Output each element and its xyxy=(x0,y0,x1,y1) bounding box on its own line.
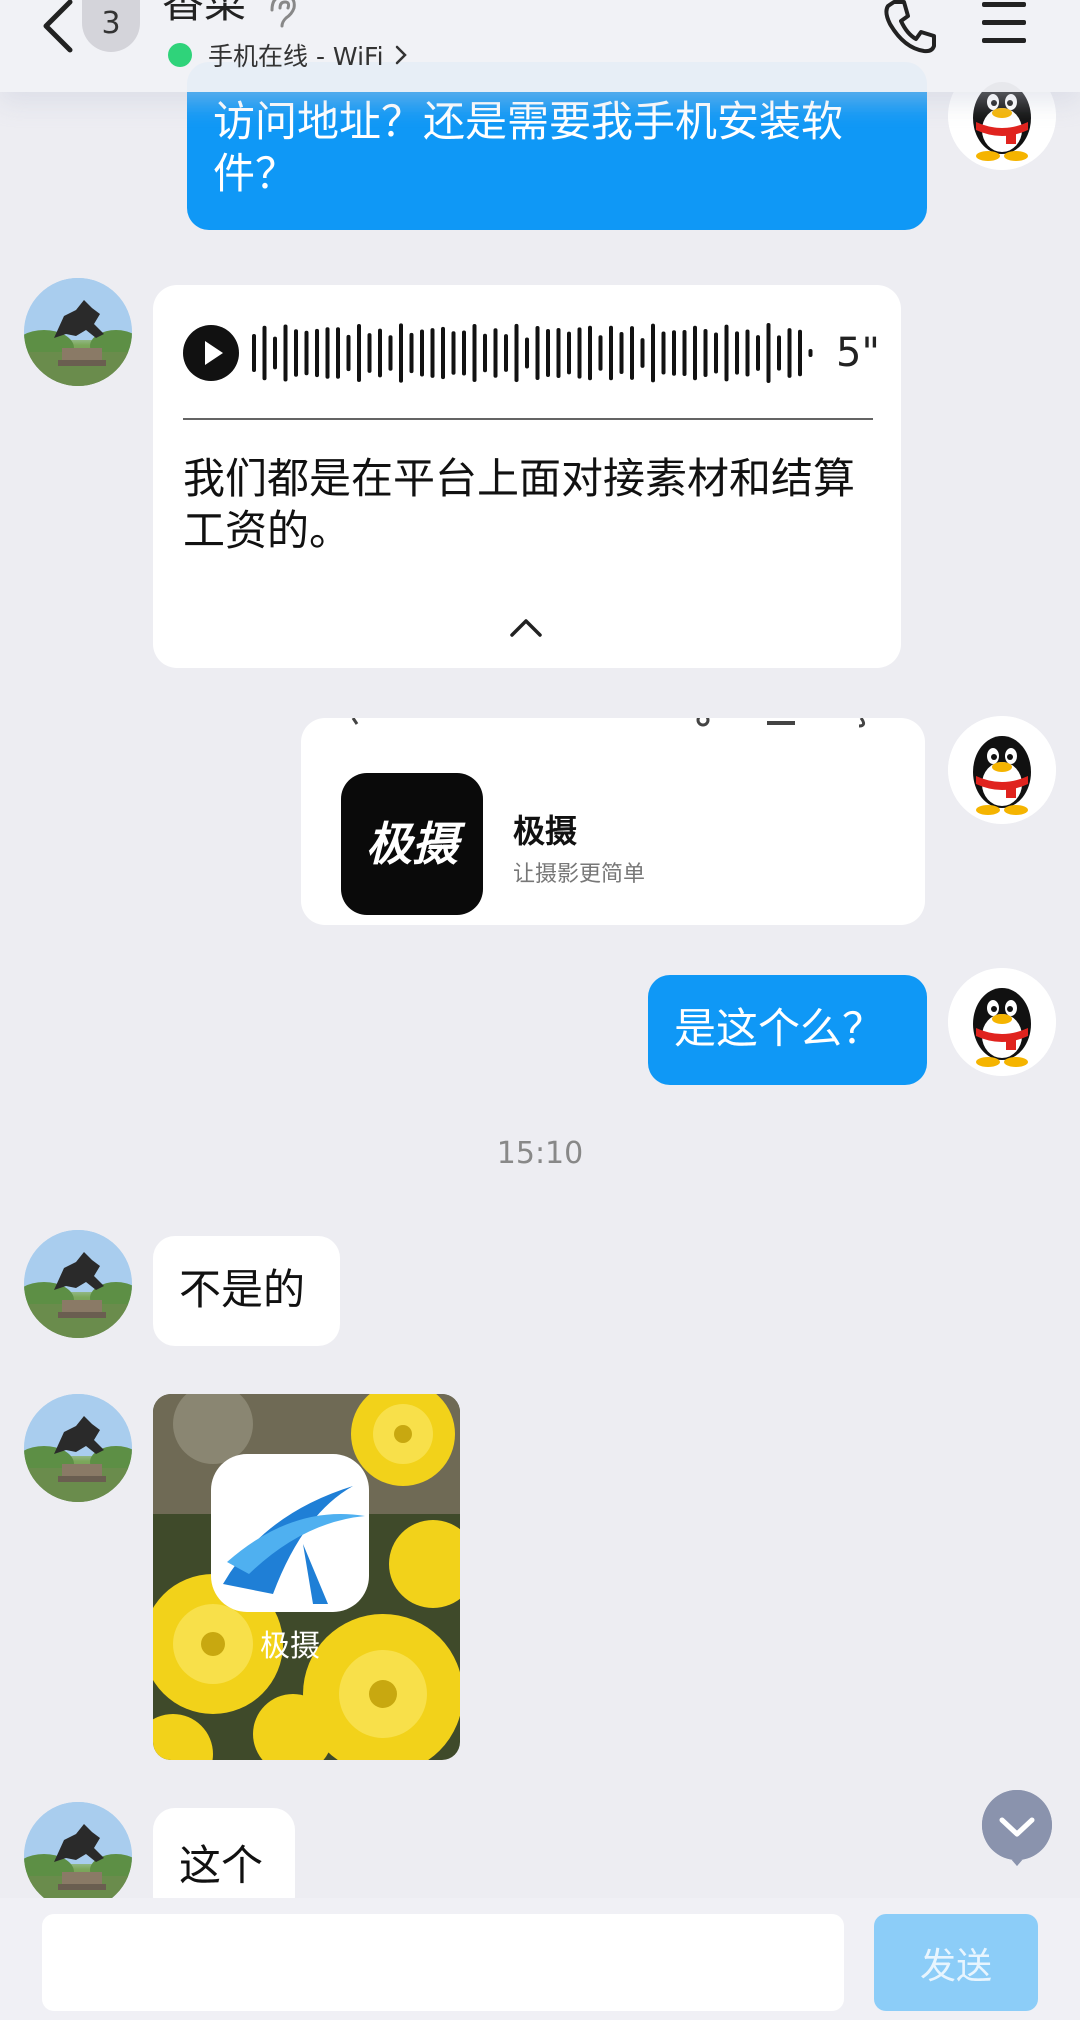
contact-avatar[interactable] xyxy=(24,278,132,386)
statue-photo-icon xyxy=(24,1230,132,1338)
online-dot xyxy=(168,43,192,67)
contact-avatar[interactable] xyxy=(24,1802,132,1898)
flower-app-photo: 极摄 xyxy=(153,1394,460,1760)
contact-message-bubble[interactable]: 这个 xyxy=(153,1808,295,1898)
menu-icon[interactable] xyxy=(980,0,1030,50)
voice-duration: 5" xyxy=(836,330,880,376)
message-text: 访问地址？还是需要我手机安装软件？ xyxy=(213,97,844,198)
divider xyxy=(183,418,873,420)
message-text: 不是的 xyxy=(179,1265,306,1314)
chat-screen: 访问地址？还是需要我手机安装软件？ 5" 我们都是在平台上面对接素材和结算工资的… xyxy=(0,0,1080,2020)
statue-photo-icon xyxy=(24,1802,132,1898)
message-list[interactable]: 访问地址？还是需要我手机安装软件？ 5" 我们都是在平台上面对接素材和结算工资的… xyxy=(0,0,1080,1898)
chevron-up-icon[interactable] xyxy=(508,615,544,639)
contact-avatar[interactable] xyxy=(24,1394,132,1502)
contact-message-bubble[interactable]: 不是的 xyxy=(153,1236,340,1346)
message-text: 这个 xyxy=(179,1841,264,1890)
voice-waveform xyxy=(252,323,813,383)
image-caption: 极摄 xyxy=(260,1629,320,1664)
app-icon: 极摄 xyxy=(341,773,483,915)
voice-message-card[interactable]: 5" 我们都是在平台上面对接素材和结算工资的。 xyxy=(153,285,901,668)
my-message-bubble[interactable]: 是这个么？ xyxy=(648,975,927,1085)
chat-header: 3 香菜 手机在线 - WiFi xyxy=(0,0,1080,92)
composer-bar: 发送 xyxy=(0,1898,1080,2020)
shared-app-card[interactable]: 极摄 极摄 让摄影更简单 xyxy=(301,718,925,925)
message-text: 是这个么？ xyxy=(674,1004,885,1053)
message-input[interactable] xyxy=(42,1914,844,2011)
unread-count-badge[interactable]: 3 xyxy=(82,0,140,52)
contact-avatar[interactable] xyxy=(24,1230,132,1338)
voice-transcript: 我们都是在平台上面对接素材和结算工资的。 xyxy=(183,454,856,555)
phone-icon[interactable] xyxy=(880,0,940,54)
play-icon[interactable] xyxy=(183,325,239,381)
image-message[interactable]: 极摄 xyxy=(153,1394,460,1760)
my-avatar[interactable] xyxy=(948,968,1056,1076)
contact-name[interactable]: 香菜 xyxy=(162,0,246,28)
chevron-right-icon xyxy=(395,45,407,65)
my-avatar[interactable] xyxy=(948,716,1056,824)
chevron-left-icon[interactable] xyxy=(36,0,86,56)
app-name: 极摄 xyxy=(513,812,578,850)
statue-photo-icon xyxy=(24,278,132,386)
status-text: 手机在线 - WiFi xyxy=(208,42,384,71)
cropped-card-edge xyxy=(351,718,866,728)
message-timestamp: 15:10 xyxy=(496,1136,584,1171)
statue-photo-icon xyxy=(24,1394,132,1502)
app-slogan: 让摄影更简单 xyxy=(513,862,646,887)
qq-penguin-icon xyxy=(948,968,1056,1076)
ear-icon xyxy=(270,0,296,28)
send-button[interactable]: 发送 xyxy=(874,1914,1038,2011)
scroll-to-bottom-button[interactable] xyxy=(980,1788,1054,1868)
qq-penguin-icon xyxy=(948,716,1056,824)
online-status[interactable]: 手机在线 - WiFi xyxy=(168,38,408,72)
